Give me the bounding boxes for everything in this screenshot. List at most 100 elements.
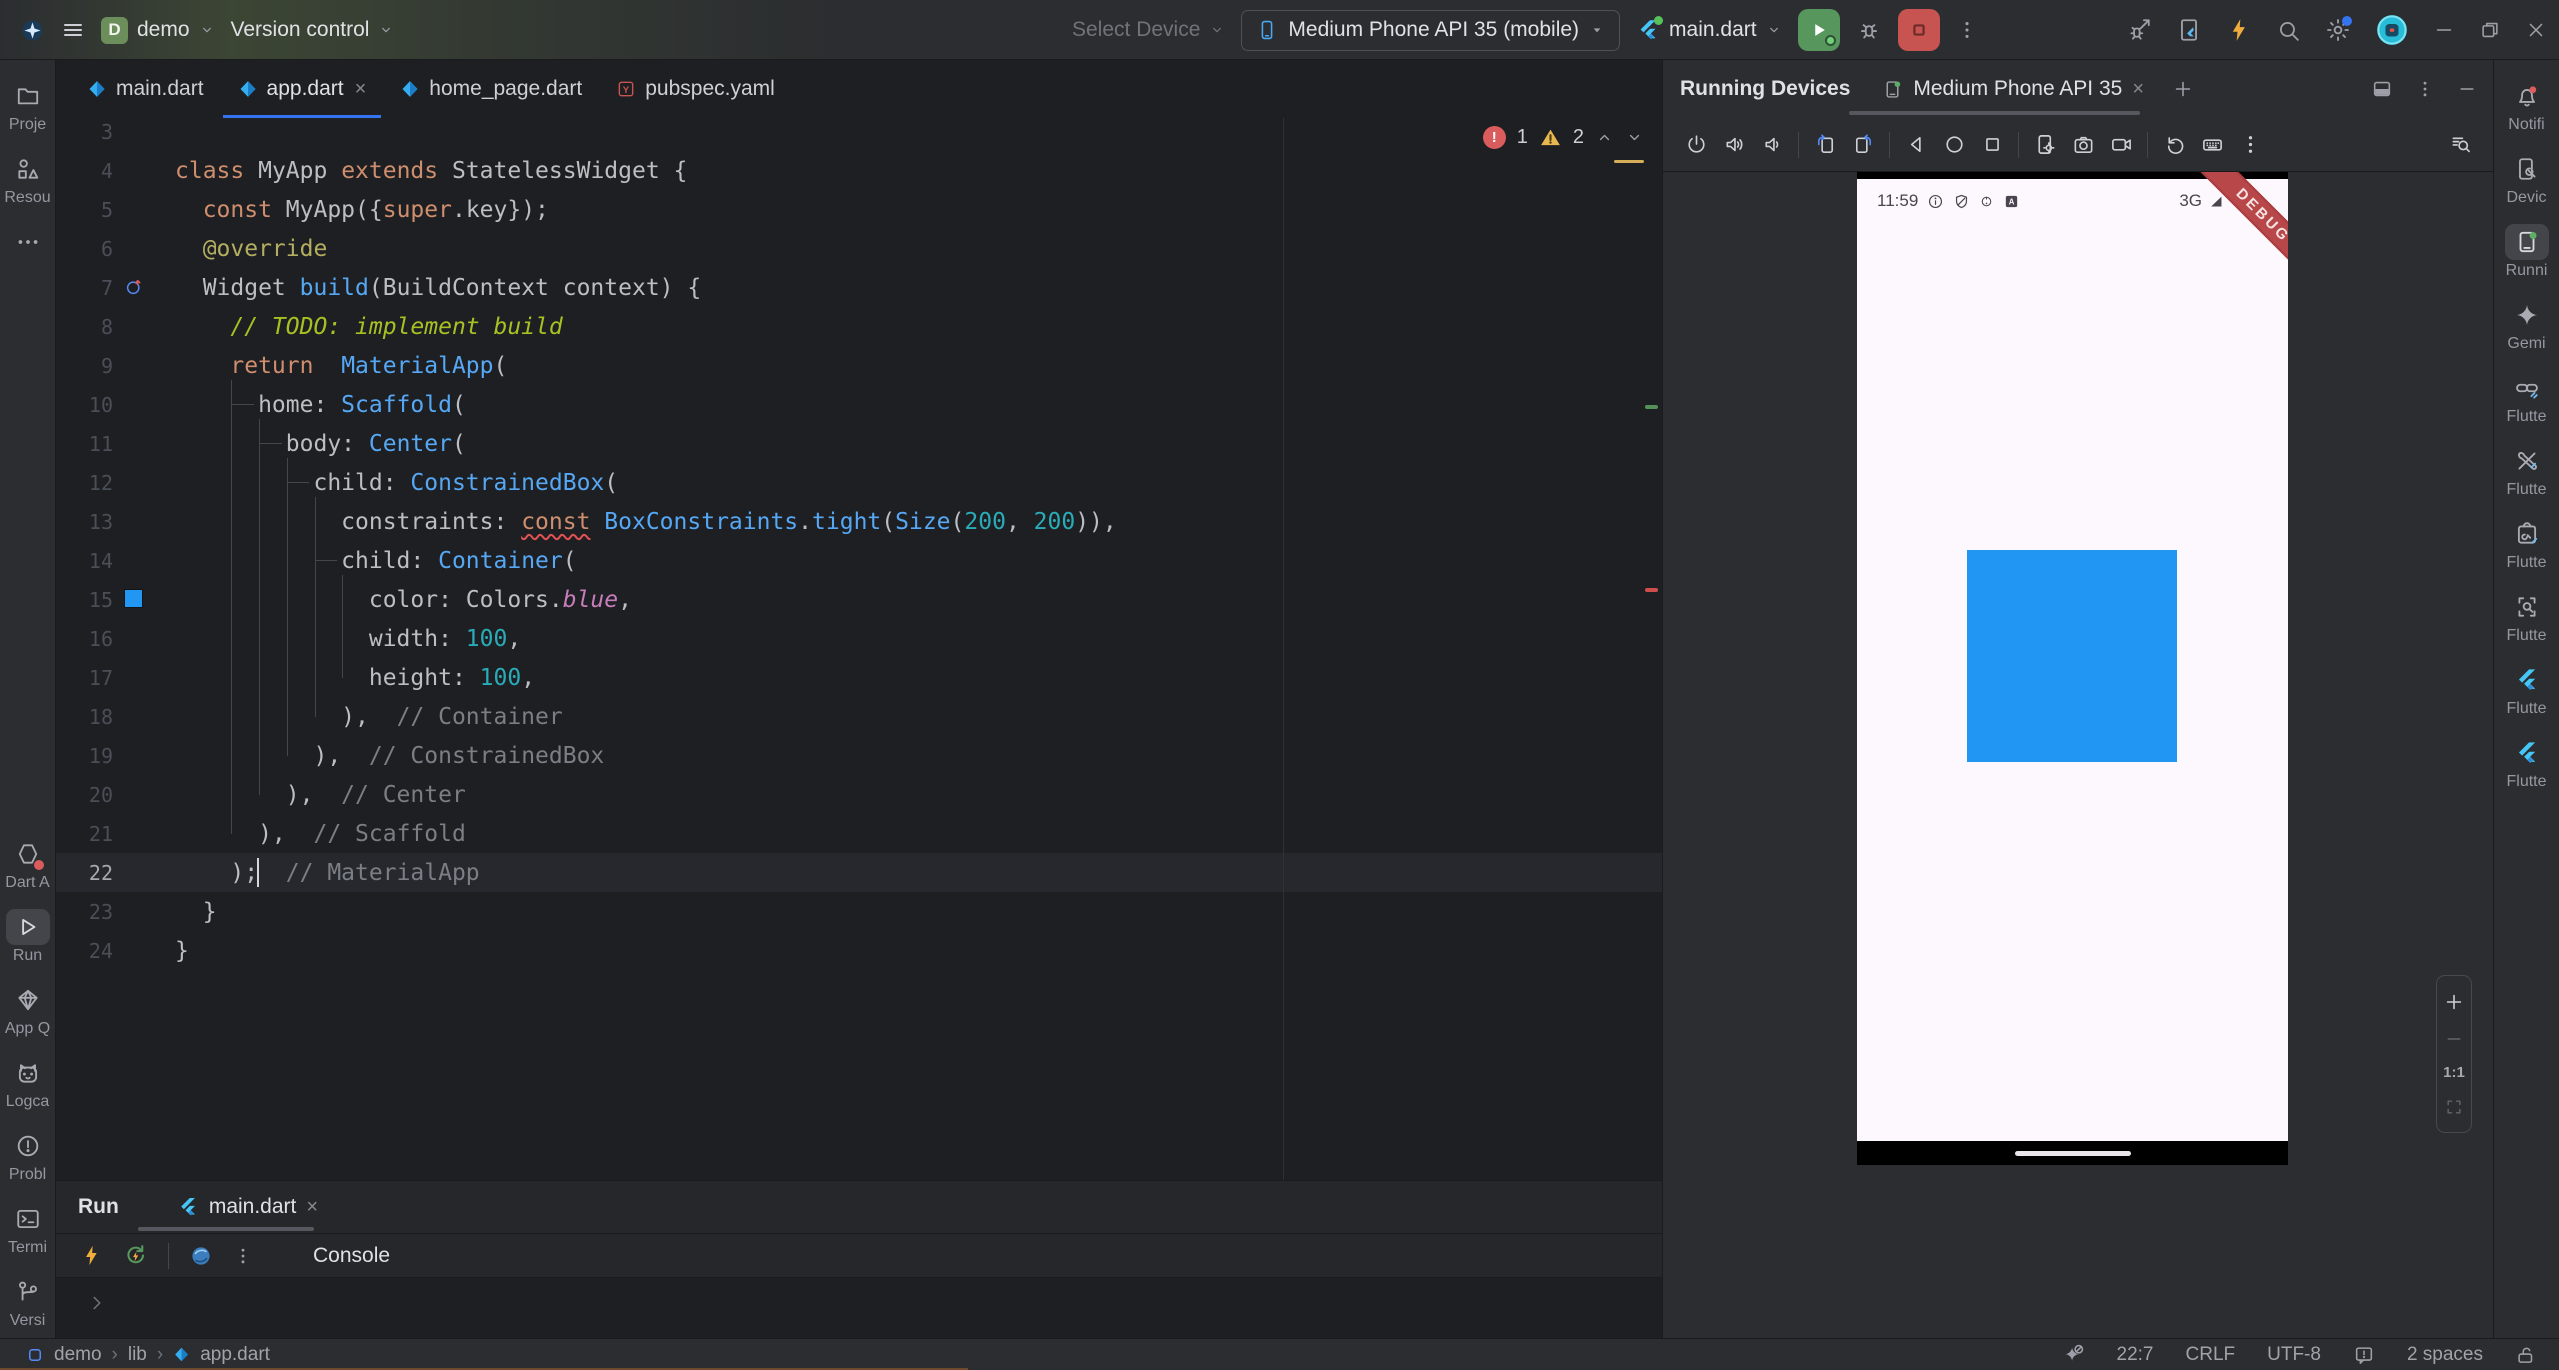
main-menu-icon[interactable]	[61, 18, 85, 42]
right-strip-item-flutte[interactable]: Flutte	[2494, 735, 2559, 791]
breadcrumb-item[interactable]: lib	[128, 1344, 147, 1366]
add-device-tab-icon[interactable]	[2172, 78, 2194, 100]
zoom-in-icon[interactable]	[2443, 991, 2465, 1013]
code-line-10[interactable]: 10 home: Scaffold(	[56, 385, 1662, 424]
run-config-selector[interactable]: main.dart	[1636, 18, 1782, 42]
power-button[interactable]	[1677, 133, 1715, 156]
emulator-screen[interactable]: 11:59 A 3G DEBUG	[1857, 172, 2288, 1165]
hot-reload-icon[interactable]	[80, 1244, 103, 1267]
code-line-19[interactable]: 19 ), // ConstrainedBox	[56, 736, 1662, 775]
device-tab[interactable]: Medium Phone API 35 ×	[1882, 77, 2144, 101]
project-widget[interactable]: D demo	[101, 17, 215, 44]
select-device-dropdown[interactable]: Select Device	[1072, 18, 1225, 42]
line-number[interactable]: 19	[56, 744, 113, 768]
line-number[interactable]: 5	[56, 198, 113, 222]
left-strip-item-versi[interactable]: Versi	[0, 1274, 55, 1330]
line-number[interactable]: 12	[56, 471, 113, 495]
inspections-widget[interactable]: ! 1 2	[1483, 126, 1644, 149]
home-circle-button[interactable]	[1935, 133, 1973, 156]
window-minimize-icon[interactable]	[2433, 19, 2455, 41]
code-line-5[interactable]: 5 const MyApp({super.key});	[56, 190, 1662, 229]
dart-vm-icon[interactable]	[189, 1244, 213, 1268]
zoom-fit-icon[interactable]	[2444, 1097, 2464, 1117]
search-everywhere-icon[interactable]	[2276, 18, 2301, 43]
line-number[interactable]: 17	[56, 666, 113, 690]
code-line-17[interactable]: 17 height: 100,	[56, 658, 1662, 697]
code-line-14[interactable]: 14 child: Container(	[56, 541, 1662, 580]
left-strip-item-run[interactable]: Run	[0, 909, 55, 965]
debug-button[interactable]	[1856, 17, 1882, 43]
left-strip-item-probl[interactable]: Probl	[0, 1128, 55, 1184]
line-number[interactable]: 8	[56, 315, 113, 339]
inspections-status-icon[interactable]	[2353, 1344, 2375, 1366]
color-swatch-blue[interactable]	[125, 590, 142, 607]
console-tab[interactable]: Console	[313, 1244, 390, 1268]
dock-layout-icon[interactable]	[2371, 78, 2393, 100]
camera-button[interactable]	[2064, 133, 2102, 156]
device-flutter-icon[interactable]	[2176, 17, 2202, 43]
window-restore-icon[interactable]	[2479, 19, 2501, 41]
window-close-icon[interactable]	[2525, 19, 2547, 41]
vcs-widget[interactable]: Version control	[231, 18, 395, 42]
caret-position[interactable]: 22:7	[2117, 1344, 2154, 1366]
code-line-18[interactable]: 18 ), // Container	[56, 697, 1662, 736]
console-output[interactable]	[56, 1277, 1662, 1338]
code-line-9[interactable]: 9 return MaterialApp(	[56, 346, 1662, 385]
screenshot-settings-button[interactable]	[2441, 133, 2479, 156]
left-strip-item-appq[interactable]: App Q	[0, 982, 55, 1038]
code-line-22[interactable]: 22 ); // MaterialApp	[56, 853, 1662, 892]
line-number[interactable]: 24	[56, 939, 113, 963]
override-gutter-icon[interactable]	[125, 278, 143, 301]
rotate-r-button[interactable]	[1844, 133, 1882, 156]
line-number[interactable]: 23	[56, 900, 113, 924]
line-separator[interactable]: CRLF	[2186, 1344, 2236, 1366]
run-button[interactable]	[1798, 9, 1840, 51]
line-number[interactable]: 16	[56, 627, 113, 651]
panel-options-icon[interactable]	[2415, 79, 2435, 99]
line-number[interactable]: 20	[56, 783, 113, 807]
close-icon[interactable]: ×	[2132, 78, 2144, 101]
keyboard-button[interactable]	[2193, 133, 2231, 156]
line-number[interactable]: 10	[56, 393, 113, 417]
code-line-11[interactable]: 11 body: Center(	[56, 424, 1662, 463]
device-selector[interactable]: Medium Phone API 35 (mobile)	[1241, 10, 1620, 51]
home-pill[interactable]	[2015, 1151, 2131, 1156]
code-line-4[interactable]: 4class MyApp extends StatelessWidget {	[56, 151, 1662, 190]
attach-debugger-icon[interactable]	[2126, 17, 2152, 43]
code-line-20[interactable]: 20 ), // Center	[56, 775, 1662, 814]
file-encoding[interactable]: UTF-8	[2267, 1344, 2321, 1366]
settings-gear-icon[interactable]	[2325, 17, 2351, 43]
right-strip-item-devic[interactable]: Devic	[2494, 151, 2559, 207]
line-number[interactable]: 7	[56, 276, 113, 300]
left-strip-item-resou[interactable]: Resou	[0, 151, 55, 207]
right-strip-item-flutte[interactable]: Flutte	[2494, 443, 2559, 499]
unlock-icon[interactable]	[2515, 1344, 2537, 1366]
line-number[interactable]: 4	[56, 159, 113, 183]
device-screen[interactable]: 11:59 A 3G	[1857, 179, 2288, 1141]
right-strip-item-flutte[interactable]: Flutte	[2494, 516, 2559, 572]
editor-tab-pubspec-yaml[interactable]: Ypubspec.yaml	[599, 60, 792, 118]
line-number[interactable]: 14	[56, 549, 113, 573]
right-strip-item-runni[interactable]: Runni	[2494, 224, 2559, 280]
hot-restart-icon[interactable]	[123, 1243, 148, 1268]
breadcrumb-item[interactable]: demo	[54, 1344, 102, 1366]
close-icon[interactable]: ×	[306, 1196, 318, 1219]
next-problem-icon[interactable]	[1625, 128, 1644, 147]
device-nav-bar[interactable]	[1857, 1141, 2288, 1165]
code-line-3[interactable]: 3	[56, 118, 1662, 151]
line-number[interactable]: 15	[56, 588, 113, 612]
gemini-disabled-icon[interactable]	[2062, 1343, 2085, 1366]
right-strip-item-notifi[interactable]: Notifi	[2494, 78, 2559, 134]
code-line-23[interactable]: 23 }	[56, 892, 1662, 931]
phone-gear-button[interactable]	[2026, 133, 2064, 156]
vol-down-button[interactable]	[1753, 133, 1791, 156]
video-button[interactable]	[2102, 133, 2140, 156]
more-actions-icon[interactable]	[1956, 19, 1978, 41]
zoom-ratio-button[interactable]: 1:1	[2443, 1064, 2465, 1081]
editor-tab-home_page-dart[interactable]: home_page.dart	[383, 60, 599, 118]
left-strip-item-termi[interactable]: Termi	[0, 1201, 55, 1257]
swatch-gutter-icon[interactable]	[125, 590, 142, 607]
right-strip-item-gemi[interactable]: Gemi	[2494, 297, 2559, 353]
indent-setting[interactable]: 2 spaces	[2407, 1344, 2483, 1366]
line-number[interactable]: 6	[56, 237, 113, 261]
